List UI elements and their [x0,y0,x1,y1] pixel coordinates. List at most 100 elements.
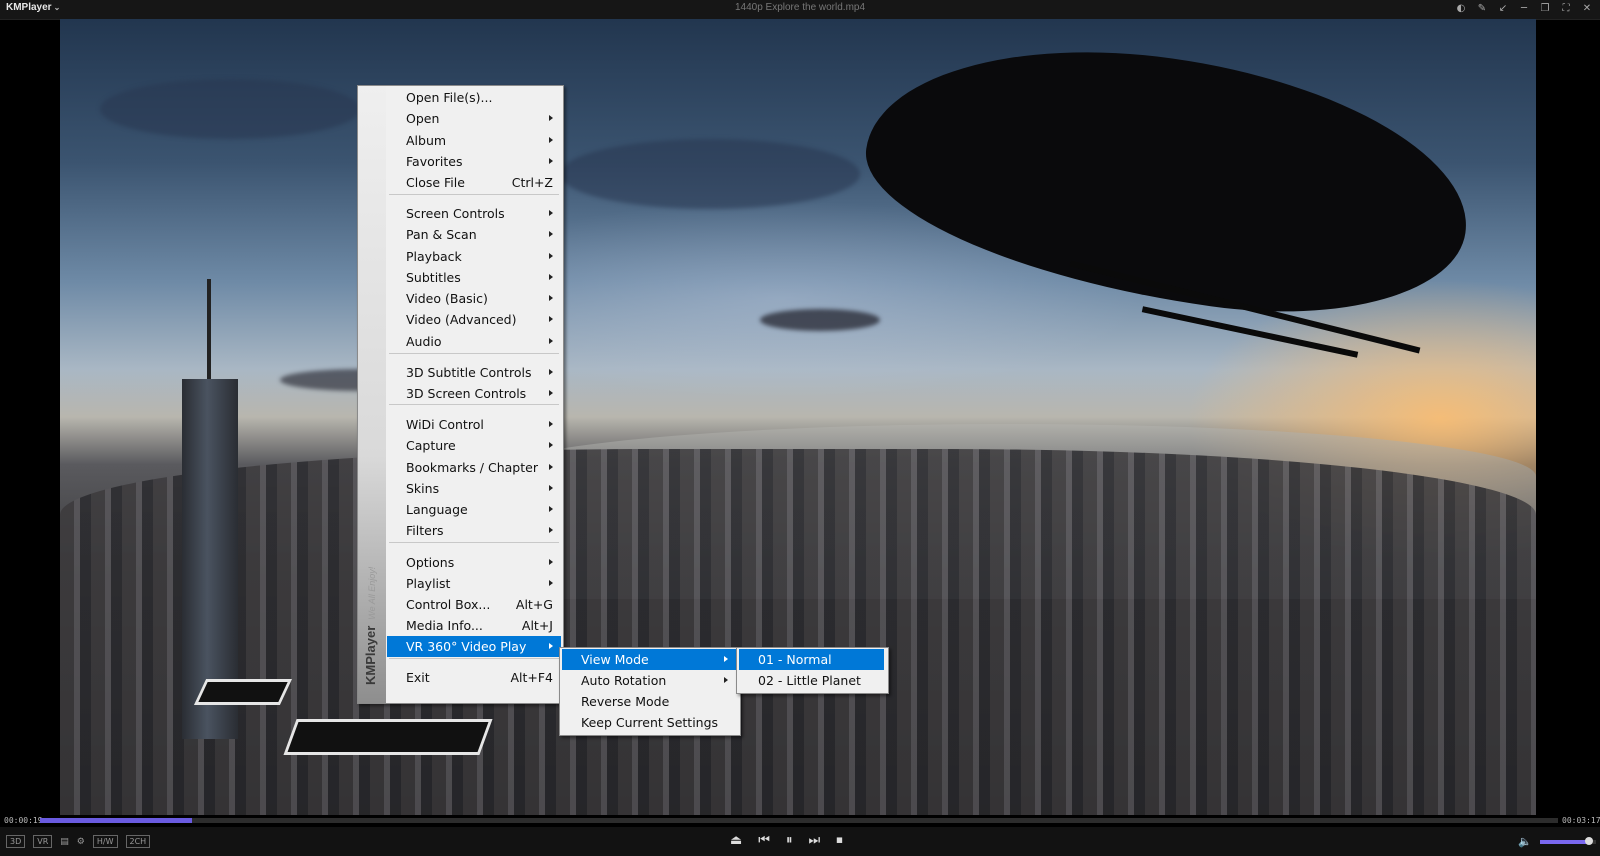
menu-item-label: Reverse Mode [581,694,670,709]
video-surface[interactable] [60,19,1536,815]
eject-icon[interactable]: ⏏ [730,833,742,849]
vr-menu-item-auto-rotation[interactable]: Auto Rotation [562,670,736,691]
vr-menu-item-keep-current-settings[interactable]: Keep Current Settings [562,712,736,733]
channel-badge[interactable]: 2CH [125,835,151,848]
menu-item-screen-controls[interactable]: Screen Controls [387,203,561,224]
menu-item-label: Skins [406,481,440,496]
menu-item-label: Video (Basic) [406,291,488,306]
submenu-arrow-icon [724,677,728,683]
menu-item-playback[interactable]: Playback [387,246,561,267]
next-icon[interactable]: ⏭ [809,833,821,849]
3d-button[interactable]: 3D [6,835,26,848]
menu-item-label: Video (Advanced) [406,312,517,327]
volume-knob[interactable] [1584,836,1593,845]
submenu-arrow-icon [549,643,553,649]
minimize-icon[interactable]: ─ [1519,2,1529,16]
menu-item-label: Close File [406,175,465,190]
menu-item-label: 3D Subtitle Controls [406,365,532,380]
menu-item-open[interactable]: Open [387,108,561,129]
menu-item-label: Media Info... [406,618,483,633]
menu-item-video-advanced[interactable]: Video (Advanced) [387,309,561,330]
menu-item-3d-subtitle-controls[interactable]: 3D Subtitle Controls [387,362,561,383]
menu-item-media-info[interactable]: Media Info... Alt+J [387,615,561,636]
vr-menu-item-reverse-mode[interactable]: Reverse Mode [562,691,736,712]
menu-item-label: Album [406,133,447,148]
menu-item-vr-360-video-play[interactable]: VR 360° Video Play [387,636,561,657]
menu-item-capture[interactable]: Capture [387,435,561,456]
menu-item-widi-control[interactable]: WiDi Control [387,414,561,435]
submenu-arrow-icon [549,295,553,301]
submenu-arrow-icon [549,115,553,121]
tower-spire [207,279,211,383]
submenu-arrow-icon [549,158,553,164]
playlist-icon[interactable]: ▤ [60,837,69,847]
settings-gear-icon[interactable]: ⚙ [77,837,85,847]
submenu-arrow-icon [549,442,553,448]
speaker-icon[interactable]: 🔈 [1518,835,1532,848]
view-mode-item-01-normal[interactable]: 01 - Normal [739,649,884,670]
menu-item-playlist[interactable]: Playlist [387,573,561,594]
total-duration: 00:03:17 [1562,816,1600,825]
menu-item-label: Open [406,111,440,126]
helicopter-silhouette [851,19,1484,340]
menu-item-language[interactable]: Language [387,499,561,520]
restore-icon[interactable]: ❐ [1540,2,1550,16]
menu-item-subtitles[interactable]: Subtitles [387,267,561,288]
elapsed-time: 00:00:19 [4,816,43,825]
submenu-arrow-icon [549,485,553,491]
menu-brand: KMPlayer We All Enjoy! [363,567,378,685]
menu-item-album[interactable]: Album [387,130,561,151]
menu-item-open-file-s[interactable]: Open File(s)... [387,87,561,108]
menu-item-3d-screen-controls[interactable]: 3D Screen Controls [387,383,561,404]
view-mode-item-02-little-planet[interactable]: 02 - Little Planet [739,670,884,691]
submenu-arrow-icon [549,390,553,396]
hw-badge[interactable]: H/W [92,835,118,848]
stop-icon[interactable]: ⏹ [836,833,843,849]
volume-slider[interactable] [1539,836,1596,845]
menu-item-label: Favorites [406,154,463,169]
menu-item-audio[interactable]: Audio [387,331,561,352]
fullscreen-icon[interactable]: ⛶ [1561,2,1571,16]
menu-item-shortcut: Ctrl+Z [511,175,553,190]
window-controls: ◐ ✎ ↙ ─ ❐ ⛶ ✕ [1456,2,1592,16]
submenu-arrow-icon [549,338,553,344]
context-menu: KMPlayer We All Enjoy! Open File(s)... Ope… [357,85,564,704]
menu-item-filters[interactable]: Filters [387,520,561,541]
menu-item-exit[interactable]: Exit Alt+F4 [387,667,561,688]
menu-item-label: Auto Rotation [581,673,667,688]
menu-item-bookmarks-chapter[interactable]: Bookmarks / Chapter [387,457,561,478]
city-skyline [60,449,1536,815]
menu-item-options[interactable]: Options [387,552,561,573]
menu-item-label: Language [406,502,468,517]
menu-item-close-file[interactable]: Close File Ctrl+Z [387,172,561,193]
submenu-arrow-icon [549,464,553,470]
seek-row: 00:00:19 00:03:17 [0,815,1600,827]
shrink-icon[interactable]: ↙ [1498,2,1508,16]
submenu-arrow-icon [549,527,553,533]
menu-item-skins[interactable]: Skins [387,478,561,499]
menu-item-label: Exit [406,670,430,685]
menu-item-label: Audio [406,334,442,349]
menu-tagline: We All Enjoy! [367,566,377,620]
close-icon[interactable]: ✕ [1582,2,1592,16]
submenu-arrow-icon [549,210,553,216]
menu-item-pan-scan[interactable]: Pan & Scan [387,224,561,245]
menu-item-control-box[interactable]: Control Box... Alt+G [387,594,561,615]
vr-menu-item-view-mode[interactable]: View Mode [562,649,736,670]
seek-bar[interactable] [40,818,1558,823]
helicopter-skid [1141,306,1359,358]
control-bar: 3D VR ▤ ⚙ H/W 2CH ⏏ ⏮ ⏸ ⏭ ⏹ 🔈 [0,827,1600,856]
vr-button[interactable]: VR [33,835,53,848]
menu-item-label: Keep Current Settings [581,715,719,730]
menu-item-label: View Mode [581,652,649,667]
menu-separator [389,404,559,405]
toggle-icon[interactable]: ◐ [1456,2,1466,16]
pin-icon[interactable]: ✎ [1477,2,1487,16]
title-bar: KMPlayer ⌄ 1440p Explore the world.mp4 ◐ … [0,0,1600,20]
pause-icon[interactable]: ⏸ [786,833,793,849]
previous-icon[interactable]: ⏮ [758,833,770,849]
volume-fill [1539,839,1589,844]
menu-item-video-basic[interactable]: Video (Basic) [387,288,561,309]
menu-item-favorites[interactable]: Favorites [387,151,561,172]
submenu-arrow-icon [724,656,728,662]
